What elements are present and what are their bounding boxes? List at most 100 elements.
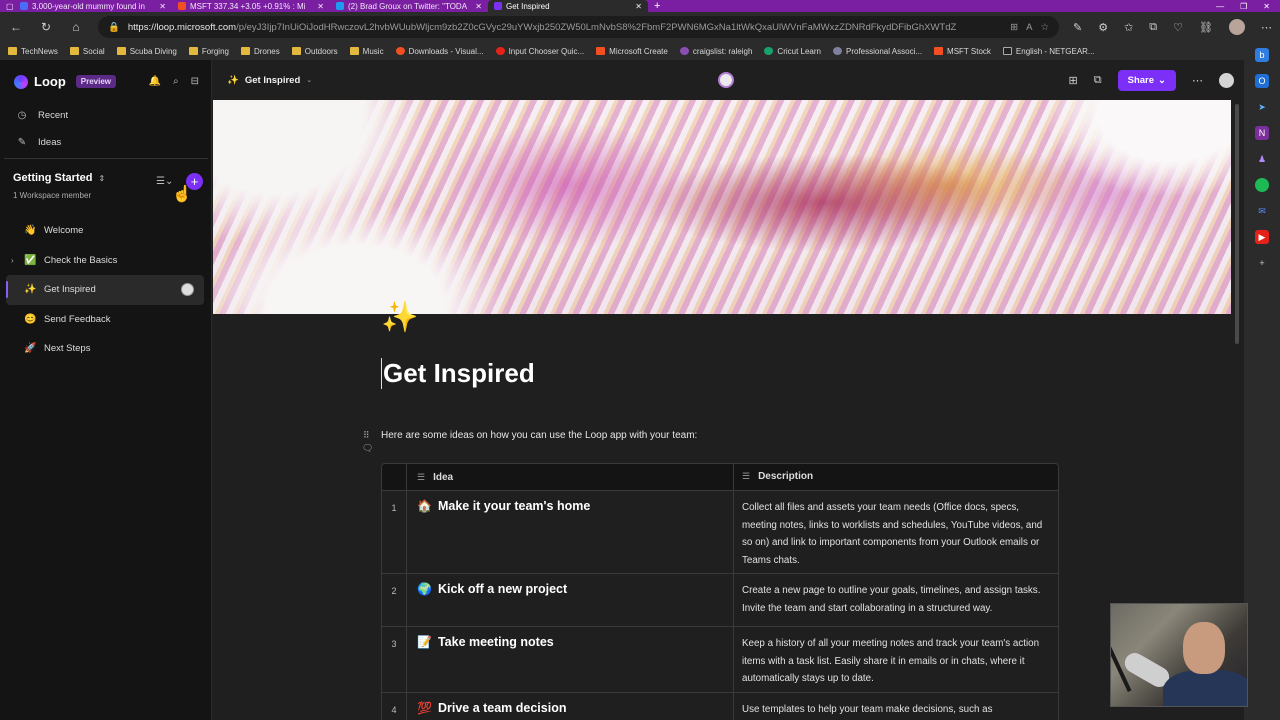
minimize-icon[interactable]: —	[1216, 2, 1224, 11]
browser-tab-3[interactable]: (2) Brad Groux on Twitter: "TODA ✕	[330, 0, 488, 12]
page-item-send-feedback[interactable]: 😊 Send Feedback	[0, 305, 212, 335]
url-input[interactable]: 🔒 https://loop.microsoft.com/p/eyJ3Ijp7I…	[98, 16, 1059, 38]
workspace-title[interactable]: Getting Started ⇕	[13, 172, 105, 184]
bookmark-item[interactable]: Social	[69, 47, 105, 56]
breadcrumb[interactable]: ✨ Get Inspired ⌄	[227, 75, 312, 86]
youtube-icon	[495, 47, 505, 55]
onenote-icon[interactable]: N	[1255, 126, 1269, 140]
description-cell[interactable]: Collect all files and assets your team n…	[733, 491, 1058, 573]
more-icon[interactable]: ⋯	[1192, 74, 1203, 87]
copy-link-icon[interactable]: ⧉	[1094, 74, 1102, 87]
close-icon[interactable]: ✕	[635, 2, 642, 11]
bookmark-item[interactable]: English - NETGEAR...	[1002, 47, 1095, 56]
page-item-welcome[interactable]: 👋 Welcome	[0, 216, 212, 246]
bookmark-item[interactable]: Downloads - Visual...	[395, 47, 484, 56]
bookmark-item[interactable]: Professional Associ...	[833, 47, 922, 56]
collaborator-avatar[interactable]	[718, 72, 734, 88]
bookmark-item[interactable]: craigslist: raleigh	[679, 47, 752, 56]
bookmark-item[interactable]: Drones	[240, 47, 280, 56]
favorite-star-icon[interactable]: ☆	[1040, 22, 1049, 33]
page-item-check-the-basics[interactable]: › ✅ Check the Basics	[0, 246, 212, 276]
restore-icon[interactable]: ❐	[1240, 2, 1247, 11]
bookmark-item[interactable]: Input Chooser Quic...	[495, 47, 584, 56]
column-header-idea[interactable]: ☰ Idea	[406, 464, 733, 490]
close-window-icon[interactable]: ✕	[1263, 2, 1270, 11]
apps-icon[interactable]: ⊞	[1010, 22, 1018, 33]
more-icon[interactable]: ⋯	[1261, 21, 1272, 34]
comment-icon[interactable]: 🗨	[362, 443, 373, 454]
collections-icon[interactable]: ⧉	[1149, 21, 1157, 34]
bookmark-item[interactable]: Music	[349, 47, 384, 56]
description-cell[interactable]: Keep a history of all your meeting notes…	[733, 627, 1058, 692]
bookmark-item[interactable]: Cricut Learn	[764, 47, 821, 56]
browser-tab-1[interactable]: 3,000-year-old mummy found in ✕	[14, 0, 172, 12]
messenger-icon[interactable]: ✉	[1255, 204, 1269, 218]
browser-tab-2[interactable]: MSFT 337.34 +3.05 +0.91% : Mi ✕	[172, 0, 330, 12]
sidebar-item-ideas[interactable]: ✎ Ideas	[0, 129, 212, 156]
extensions-icon[interactable]: ⚙	[1098, 21, 1108, 34]
user-avatar[interactable]	[1219, 73, 1234, 88]
description-cell[interactable]: Use templates to help your team make dec…	[733, 693, 1058, 720]
page-label: Next Steps	[44, 343, 91, 355]
table-row: 1 🏠 Make it your team's home Collect all …	[382, 491, 1058, 574]
performance-icon[interactable]: ♡	[1173, 21, 1183, 34]
telegram-icon[interactable]: ➤	[1255, 100, 1269, 114]
bookmark-item[interactable]: Outdoors	[291, 47, 338, 56]
sidebar-item-label: Ideas	[38, 137, 62, 148]
new-tab-button[interactable]: +	[648, 0, 666, 12]
description-cell[interactable]: Create a new page to outline your goals,…	[733, 574, 1058, 626]
browser-tab-4[interactable]: Get Inspired ✕	[488, 0, 648, 12]
page-title[interactable]: Get Inspired	[381, 358, 535, 389]
read-aloud-icon[interactable]: A	[1026, 22, 1032, 33]
refresh-icon[interactable]: ↻	[38, 20, 54, 34]
page-item-next-steps[interactable]: 🚀 Next Steps	[0, 334, 212, 364]
table-row: 3 📝 Take meeting notes Keep a history of …	[382, 627, 1058, 693]
intro-paragraph[interactable]: Here are some ideas on how you can use t…	[381, 430, 697, 441]
page-list: 👋 Welcome › ✅ Check the Basics ✨ Get Ins…	[0, 216, 212, 364]
bookmark-item[interactable]: TechNews	[8, 47, 58, 56]
bookmark-item[interactable]: Forging	[188, 47, 229, 56]
share-link-icon[interactable]: ⛓	[1199, 21, 1213, 34]
sidebar-item-recent[interactable]: ◷ Recent	[0, 102, 212, 129]
pen-icon[interactable]: ✎	[1073, 21, 1082, 34]
idea-cell[interactable]: 📝 Take meeting notes	[406, 627, 733, 692]
scrollbar-thumb[interactable]	[1235, 104, 1239, 344]
add-icon[interactable]: +	[1255, 256, 1269, 270]
bell-icon[interactable]: 🔔	[149, 76, 161, 87]
apps-icon[interactable]: ⊞	[1069, 74, 1078, 87]
youtube-icon[interactable]: ▶	[1255, 230, 1269, 244]
person-icon[interactable]: ♟	[1255, 152, 1269, 166]
page-item-get-inspired[interactable]: ✨ Get Inspired	[6, 275, 204, 305]
presenter-body	[1163, 670, 1247, 706]
favorites-icon[interactable]: ✩	[1124, 21, 1133, 34]
outlook-icon[interactable]: O	[1255, 74, 1269, 88]
home-icon[interactable]: ⌂	[68, 20, 84, 34]
spotify-icon[interactable]	[1255, 178, 1269, 192]
sidebar-actions: 🔔 ⌕ ⊟	[149, 76, 199, 87]
bookmark-item[interactable]: MSFT Stock	[934, 47, 991, 56]
microsoft-icon	[934, 47, 944, 55]
close-icon[interactable]: ✕	[475, 2, 482, 11]
bookmark-item[interactable]: Scuba Diving	[116, 47, 177, 56]
close-icon[interactable]: ✕	[317, 2, 324, 11]
bing-chat-icon[interactable]: b	[1255, 48, 1269, 62]
ideas-table: ☰ Idea ☰ Description 1 🏠 Make it your tea…	[381, 463, 1059, 720]
profile-avatar[interactable]	[1229, 19, 1245, 35]
idea-cell[interactable]: 💯 Drive a team decision	[406, 693, 733, 720]
close-icon[interactable]: ✕	[159, 2, 166, 11]
idea-cell[interactable]: 🏠 Make it your team's home	[406, 491, 733, 573]
drag-handle-icon[interactable]: ⠿	[363, 430, 370, 440]
page-header: ✨ Get Inspired ⌄ ⊞ ⧉ Share ⌄ ⋯	[213, 60, 1244, 100]
column-header-description[interactable]: ☰ Description	[733, 464, 1058, 490]
search-icon[interactable]: ⌕	[173, 76, 179, 87]
idea-cell[interactable]: 🌍 Kick off a new project	[406, 574, 733, 626]
tab-actions-icon[interactable]: ▢	[0, 0, 14, 12]
idea-text: Drive a team decision	[437, 701, 567, 715]
sort-menu-icon[interactable]: ☰⌄	[156, 176, 173, 187]
chevron-right-icon[interactable]: ›	[11, 256, 14, 265]
collapse-sidebar-icon[interactable]: ⊟	[191, 76, 199, 87]
share-button[interactable]: Share ⌄	[1117, 70, 1176, 91]
bookmark-item[interactable]: Microsoft Create	[596, 47, 668, 56]
page-emoji[interactable]: ✨	[381, 300, 418, 335]
back-icon[interactable]: ←	[8, 20, 24, 34]
